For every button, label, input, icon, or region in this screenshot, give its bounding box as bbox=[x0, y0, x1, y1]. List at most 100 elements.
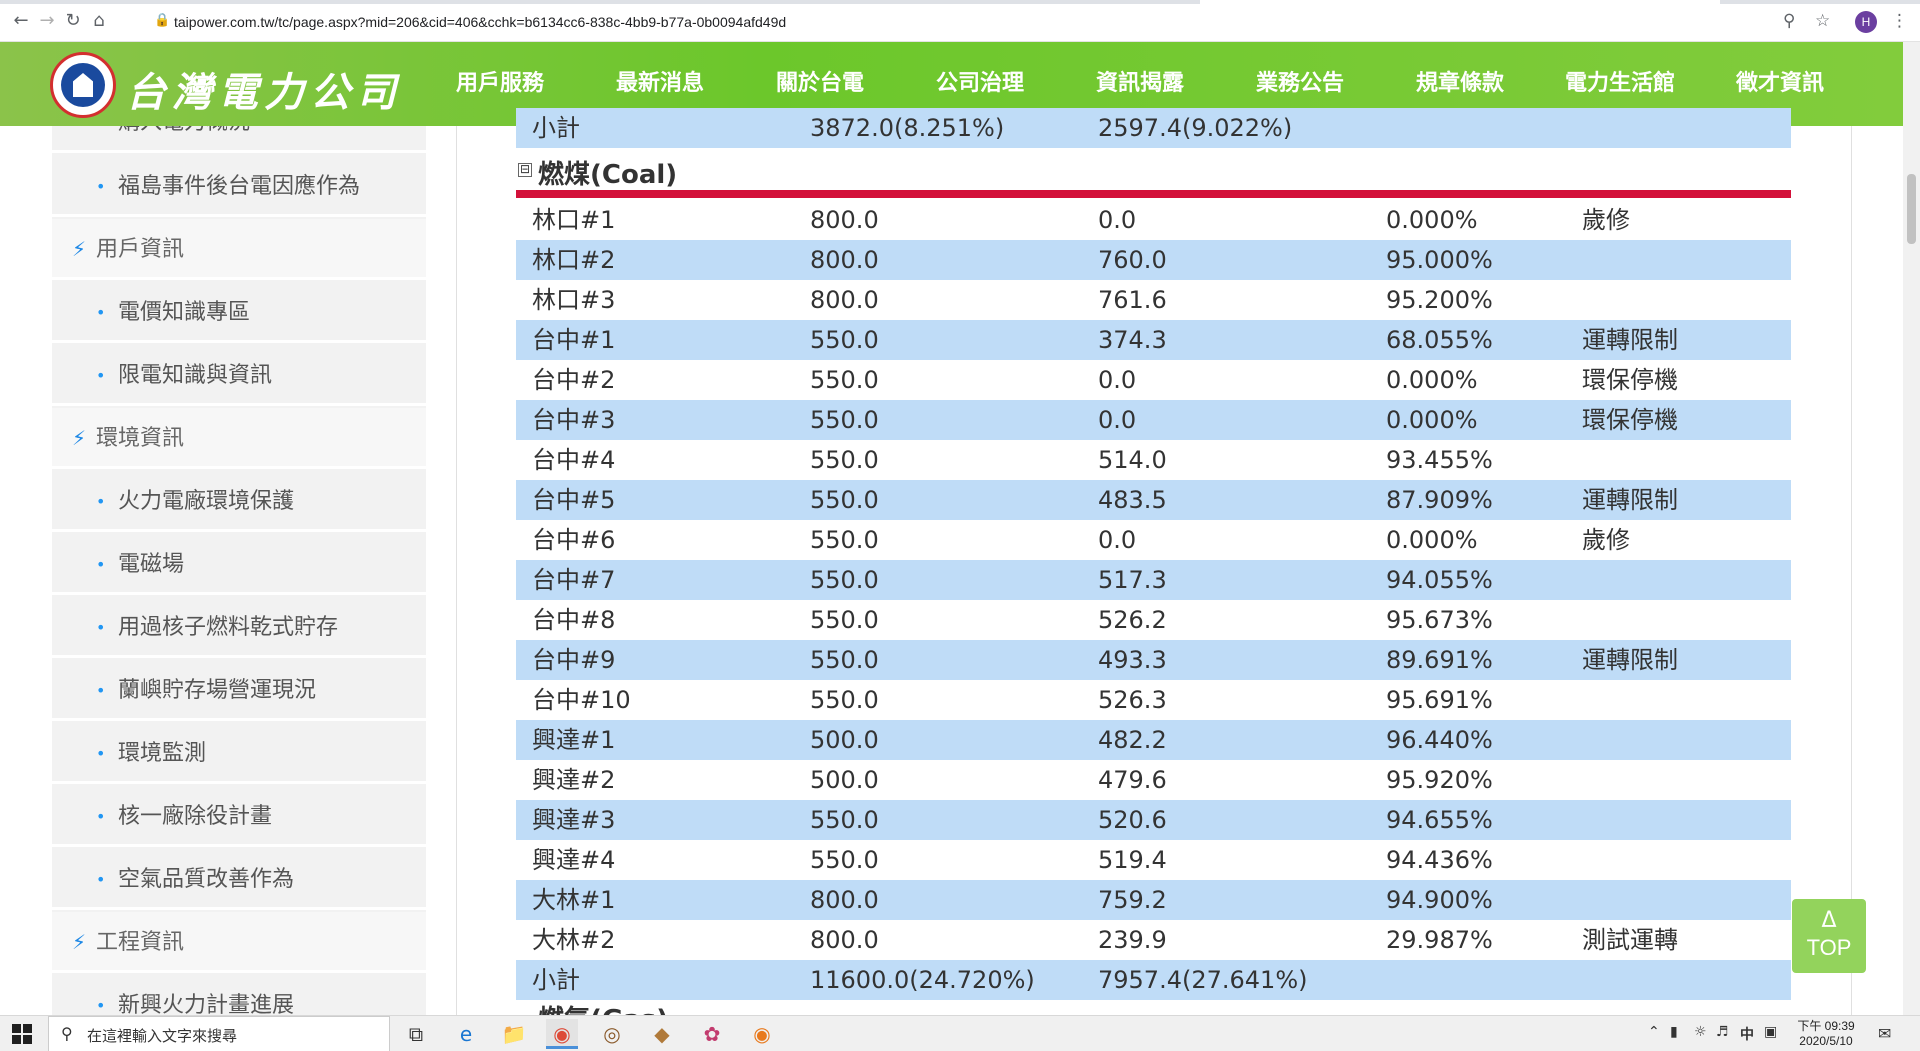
cell-unit: 大林#2 bbox=[532, 926, 616, 954]
ime-mode-icon[interactable]: ▣ bbox=[1764, 1024, 1777, 1040]
cell-output: 520.6 bbox=[1098, 806, 1167, 834]
sidebar-item[interactable]: 空氣品質改善作為 bbox=[52, 849, 426, 910]
app-icon[interactable]: ◆ bbox=[646, 1019, 678, 1049]
taskbar: ⚲ 在這裡輸入文字來搜尋 ⧉ e 📁 ◉ ◎ ◆ ✿ ◉ ⌃ ▮ ☼ ♬ 中 ▣… bbox=[0, 1015, 1920, 1051]
cell-ratio: 0.000% bbox=[1386, 366, 1478, 394]
cell-unit: 興達#1 bbox=[532, 726, 616, 754]
cell-output: 759.2 bbox=[1098, 886, 1167, 914]
sidebar-item[interactable]: 購入電力概況 bbox=[52, 126, 426, 153]
table-row: 台中#9 550.0 493.3 89.691% 運轉限制 bbox=[516, 640, 1791, 680]
section-header-next[interactable]: 燃氣(Gas) bbox=[516, 1000, 1791, 1015]
cell-output: 526.2 bbox=[1098, 606, 1167, 634]
sidebar-item[interactable]: 福島事件後台電因應作為 bbox=[52, 156, 426, 217]
table-row: 大林#1 800.0 759.2 94.900% bbox=[516, 880, 1791, 920]
blender-icon[interactable]: ◉ bbox=[746, 1019, 778, 1049]
cell-output: 0.0 bbox=[1098, 406, 1137, 434]
cell-unit: 台中#10 bbox=[532, 686, 631, 714]
cell-ratio: 29.987% bbox=[1386, 926, 1493, 954]
cell-capacity: 550.0 bbox=[810, 486, 879, 514]
cell-unit: 台中#1 bbox=[532, 326, 616, 354]
sidebar-item[interactable]: 核一廠除役計畫 bbox=[52, 786, 426, 847]
cell-unit: 林口#2 bbox=[532, 246, 616, 274]
sidebar-category[interactable]: ⚡ 工程資訊 bbox=[52, 912, 426, 973]
cell-unit: 大林#1 bbox=[532, 886, 616, 914]
collapse-icon[interactable]: ⊟ bbox=[518, 163, 532, 177]
lightning-icon: ⚡ bbox=[72, 237, 87, 261]
chrome-icon[interactable]: ◉ bbox=[546, 1019, 578, 1049]
sidebar-category-label: 用戶資訊 bbox=[96, 237, 185, 262]
cell-unit: 台中#7 bbox=[532, 566, 616, 594]
sidebar-item[interactable]: 環境監測 bbox=[52, 723, 426, 784]
cell-capacity: 550.0 bbox=[810, 326, 879, 354]
forward-icon[interactable]: → bbox=[36, 10, 58, 32]
back-to-top-button[interactable]: Δ TOP bbox=[1792, 899, 1866, 973]
cell-capacity: 11600.0(24.720%) bbox=[810, 966, 1035, 994]
cell-capacity: 500.0 bbox=[810, 726, 879, 754]
app-icon[interactable]: ✿ bbox=[696, 1019, 728, 1049]
taipower-logo[interactable] bbox=[50, 52, 116, 118]
profile-avatar[interactable]: H bbox=[1855, 11, 1877, 33]
menu-dots-icon[interactable]: ⋮ bbox=[1891, 10, 1908, 32]
sidebar-category[interactable]: ⚡ 環境資訊 bbox=[52, 408, 426, 469]
app-icon[interactable]: ◎ bbox=[596, 1019, 628, 1049]
cell-ratio: 89.691% bbox=[1386, 646, 1493, 674]
sidebar-item[interactable]: 電磁場 bbox=[52, 534, 426, 595]
cell-note: 環保停機 bbox=[1582, 366, 1678, 394]
table-row: 興達#3 550.0 520.6 94.655% bbox=[516, 800, 1791, 840]
cell-capacity: 800.0 bbox=[810, 886, 879, 914]
wifi-icon[interactable]: ☼ bbox=[1694, 1024, 1707, 1040]
cell-unit: 林口#3 bbox=[532, 286, 616, 314]
cell-unit: 小計 bbox=[532, 966, 580, 994]
cell-unit: 台中#6 bbox=[532, 526, 616, 554]
url-text[interactable]: taipower.com.tw/tc/page.aspx?mid=206&cid… bbox=[174, 14, 786, 30]
battery-icon[interactable]: ▮ bbox=[1670, 1024, 1678, 1040]
address-bar[interactable]: 🔒 taipower.com.tw/tc/page.aspx?mid=206&c… bbox=[142, 8, 1832, 36]
sidebar-item[interactable]: 新興火力計畫進展 bbox=[52, 975, 426, 1015]
site-name[interactable]: 台灣電力公司 bbox=[126, 60, 402, 118]
sidebar-item[interactable]: 火力電廠環境保護 bbox=[52, 471, 426, 532]
edge-icon[interactable]: e bbox=[450, 1019, 482, 1049]
bookmark-star-icon[interactable]: ☆ bbox=[1815, 10, 1830, 32]
table-row: 台中#8 550.0 526.2 95.673% bbox=[516, 600, 1791, 640]
notification-icon[interactable]: ✉ bbox=[1878, 1024, 1891, 1043]
sidebar-item[interactable]: 用過核子燃料乾式貯存 bbox=[52, 597, 426, 658]
table-row: 林口#3 800.0 761.6 95.200% bbox=[516, 280, 1791, 320]
cell-capacity: 550.0 bbox=[810, 446, 879, 474]
cell-unit: 興達#2 bbox=[532, 766, 616, 794]
table-row: 台中#6 550.0 0.0 0.000% 歲修 bbox=[516, 520, 1791, 560]
volume-icon[interactable]: ♬ bbox=[1716, 1024, 1729, 1040]
page-scrollbar[interactable] bbox=[1903, 42, 1920, 1015]
cell-ratio: 94.655% bbox=[1386, 806, 1493, 834]
chevron-up-icon[interactable]: ⌃ bbox=[1648, 1024, 1660, 1040]
home-icon[interactable]: ⌂ bbox=[88, 10, 110, 32]
file-explorer-icon[interactable]: 📁 bbox=[498, 1019, 530, 1049]
section-header-coal[interactable]: ⊟ 燃煤(Coal) bbox=[516, 152, 1791, 190]
cell-capacity: 800.0 bbox=[810, 246, 879, 274]
cell-output: 514.0 bbox=[1098, 446, 1167, 474]
zoom-icon[interactable]: ⚲ bbox=[1783, 10, 1795, 32]
table-row: 台中#7 550.0 517.3 94.055% bbox=[516, 560, 1791, 600]
task-view-icon[interactable]: ⧉ bbox=[400, 1019, 432, 1049]
cell-output: 479.6 bbox=[1098, 766, 1167, 794]
reload-icon[interactable]: ↻ bbox=[62, 10, 84, 32]
lightning-icon: ⚡ bbox=[72, 426, 87, 450]
taskbar-clock[interactable]: 下午 09:39 2020/5/10 bbox=[1790, 1019, 1862, 1049]
table-row: 台中#3 550.0 0.0 0.000% 環保停機 bbox=[516, 400, 1791, 440]
back-icon[interactable]: ← bbox=[10, 10, 32, 32]
sidebar-item[interactable]: 電價知識專區 bbox=[52, 282, 426, 343]
cell-output: 760.0 bbox=[1098, 246, 1167, 274]
scrollbar-thumb[interactable] bbox=[1907, 174, 1916, 244]
sidebar-item[interactable]: 限電知識與資訊 bbox=[52, 345, 426, 406]
table-row: 台中#2 550.0 0.0 0.000% 環保停機 bbox=[516, 360, 1791, 400]
cell-ratio: 96.440% bbox=[1386, 726, 1493, 754]
search-icon: ⚲ bbox=[61, 1024, 73, 1043]
cell-capacity: 550.0 bbox=[810, 646, 879, 674]
sidebar-category[interactable]: ⚡ 用戶資訊 bbox=[52, 219, 426, 280]
cell-output: 239.9 bbox=[1098, 926, 1167, 954]
windows-start-icon[interactable] bbox=[12, 1024, 32, 1044]
taskbar-search[interactable]: ⚲ 在這裡輸入文字來搜尋 bbox=[48, 1016, 390, 1051]
ime-indicator[interactable]: 中 bbox=[1740, 1024, 1754, 1044]
table-row: 台中#1 550.0 374.3 68.055% 運轉限制 bbox=[516, 320, 1791, 360]
generation-table: 小計 3872.0(8.251%) 2597.4(9.022%) ⊟ 燃煤(Co… bbox=[516, 108, 1791, 1015]
sidebar-item[interactable]: 蘭嶼貯存場營運現況 bbox=[52, 660, 426, 721]
